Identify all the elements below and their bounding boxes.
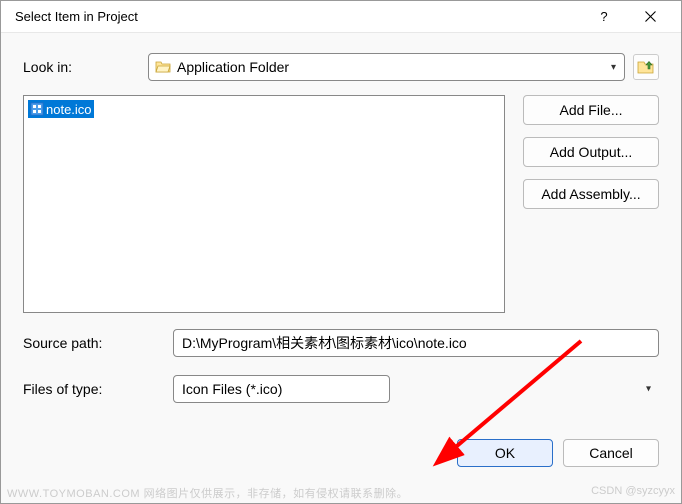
cancel-button[interactable]: Cancel: [563, 439, 659, 467]
source-path-label: Source path:: [23, 335, 173, 351]
lookin-value: Application Folder: [177, 59, 607, 75]
help-button[interactable]: ?: [581, 2, 627, 32]
source-path-input[interactable]: [173, 329, 659, 357]
ok-button[interactable]: OK: [457, 439, 553, 467]
watermark-right: CSDN @syzcyyx: [591, 485, 675, 501]
close-button[interactable]: [627, 2, 673, 32]
folder-icon: [155, 60, 171, 74]
window-controls: ?: [581, 2, 673, 32]
titlebar: Select Item in Project ?: [1, 1, 681, 33]
add-file-button[interactable]: Add File...: [523, 95, 659, 125]
chevron-down-icon: ▾: [607, 62, 620, 73]
up-folder-button[interactable]: [633, 54, 659, 80]
source-path-row: Source path:: [23, 329, 659, 357]
lookin-row: Look in: Application Folder ▾: [23, 53, 659, 81]
folder-up-icon: [637, 59, 655, 75]
files-of-type-select[interactable]: [173, 375, 390, 403]
dialog-footer: OK Cancel: [1, 439, 681, 481]
side-buttons: Add File... Add Output... Add Assembly..…: [523, 95, 659, 209]
add-assembly-button[interactable]: Add Assembly...: [523, 179, 659, 209]
watermark: WWW.TOYMOBAN.COM 网络图片仅供展示，非存储，如有侵权请联系删除。…: [7, 485, 675, 501]
close-icon: [645, 11, 656, 22]
file-icon: [30, 102, 44, 116]
files-of-type-row: Files of type: ▾: [23, 375, 659, 403]
lookin-combo[interactable]: Application Folder ▾: [148, 53, 625, 81]
chevron-down-icon: ▾: [646, 384, 651, 395]
file-name: note.ico: [46, 102, 92, 117]
watermark-left: WWW.TOYMOBAN.COM 网络图片仅供展示，非存储，如有侵权请联系删除。: [7, 485, 408, 501]
list-item[interactable]: note.ico: [28, 100, 94, 118]
lookin-label: Look in:: [23, 59, 148, 75]
file-listbox[interactable]: note.ico: [23, 95, 505, 313]
add-output-button[interactable]: Add Output...: [523, 137, 659, 167]
main-row: note.ico Add File... Add Output... Add A…: [23, 95, 659, 313]
window-title: Select Item in Project: [15, 9, 581, 24]
files-of-type-label: Files of type:: [23, 381, 173, 397]
